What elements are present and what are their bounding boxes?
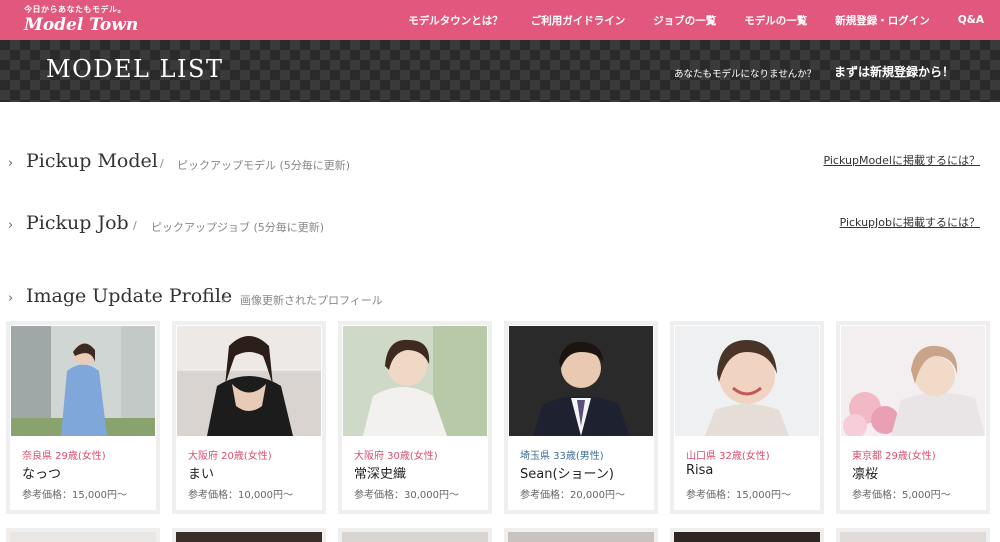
model-photo[interactable] xyxy=(177,326,321,436)
model-location-age: 山口県 32歳(女性) xyxy=(686,451,770,462)
model-card[interactable]: 山口県 32歳(女性) Risa 参考価格：15,000円〜 xyxy=(670,321,824,514)
page-banner: MODEL LIST あなたもモデルになりませんか？ まずは新規登録から！ xyxy=(0,40,1000,102)
model-card[interactable] xyxy=(504,528,658,542)
chevron-right-icon: › xyxy=(8,156,14,171)
model-photo[interactable] xyxy=(11,326,155,436)
nav-item-models[interactable]: モデルの一覧 xyxy=(744,13,807,28)
section-title: Pickup Job xyxy=(26,212,129,234)
site-logo[interactable]: 今日からあなたもモデル。 Model Town xyxy=(24,4,138,34)
pickup-model-info-link[interactable]: PickupModelに掲載するには？ xyxy=(823,152,980,168)
model-location-age: 大阪府 30歳(女性) xyxy=(354,451,438,462)
nav-item-about[interactable]: モデルタウンとは？ xyxy=(408,13,503,28)
nav-item-signup-login[interactable]: 新規登録・ログイン xyxy=(835,13,930,28)
section-title: Image Update Profile xyxy=(26,285,233,307)
section-subtitle: ピックアップジョブ (5分毎に更新) xyxy=(151,221,325,234)
model-card[interactable]: 東京都 29歳(女性) 凛桜 参考価格：5,000円〜 xyxy=(836,321,990,514)
model-name[interactable]: なっつ xyxy=(22,463,61,482)
nav-item-guideline[interactable]: ご利用ガイドライン xyxy=(531,13,626,28)
nav-item-qa[interactable]: Q&A xyxy=(958,14,984,26)
main-nav: モデルタウンとは？ ご利用ガイドライン ジョブの一覧 モデルの一覧 新規登録・ロ… xyxy=(380,0,984,40)
model-price: 参考価格：20,000円〜 xyxy=(520,490,625,501)
chevron-right-icon: › xyxy=(8,291,14,306)
page-title: MODEL LIST xyxy=(46,55,224,83)
model-price: 参考価格：15,000円〜 xyxy=(686,490,791,501)
model-photo[interactable] xyxy=(841,326,985,436)
model-name[interactable]: 常深史織 xyxy=(354,463,406,482)
model-card[interactable]: 大阪府 30歳(女性) 常深史織 参考価格：30,000円〜 xyxy=(338,321,492,514)
section-pickup-job: › Pickup Job / ピックアップジョブ (5分毎に更新) Pickup… xyxy=(8,212,988,242)
chevron-right-icon: › xyxy=(8,218,14,233)
model-name[interactable]: まい xyxy=(188,463,214,482)
model-card[interactable]: 奈良県 29歳(女性) なっつ 参考価格：15,000円〜 xyxy=(6,321,160,514)
model-price: 参考価格：30,000円〜 xyxy=(354,490,459,501)
model-card[interactable] xyxy=(338,528,492,542)
signup-cta-link[interactable]: まずは新規登録から！ xyxy=(834,63,954,80)
model-price: 参考価格：15,000円〜 xyxy=(22,490,127,501)
model-location-age: 奈良県 29歳(女性) xyxy=(22,451,106,462)
model-name[interactable]: Sean(ショーン) xyxy=(520,463,614,482)
section-subtitle: 画像更新されたプロフィール xyxy=(240,294,383,307)
section-title: Pickup Model xyxy=(26,150,158,172)
section-pickup-model: › Pickup Model / ピックアップモデル (5分毎に更新) Pick… xyxy=(8,150,988,180)
model-name[interactable]: Risa xyxy=(686,463,713,478)
logo-tagline: 今日からあなたもモデル。 xyxy=(24,5,126,14)
model-card[interactable] xyxy=(172,528,326,542)
model-card[interactable] xyxy=(836,528,990,542)
section-subtitle: ピックアップモデル (5分毎に更新) xyxy=(177,159,351,172)
model-photo[interactable] xyxy=(343,326,487,436)
model-name[interactable]: 凛桜 xyxy=(852,463,878,482)
model-photo[interactable] xyxy=(675,326,819,436)
nav-item-jobs[interactable]: ジョブの一覧 xyxy=(653,13,716,28)
model-location-age: 大阪府 20歳(女性) xyxy=(188,451,272,462)
model-card[interactable] xyxy=(670,528,824,542)
banner-subtitle: あなたもモデルになりませんか？ xyxy=(674,69,817,80)
model-price: 参考価格：10,000円〜 xyxy=(188,490,293,501)
model-location-age: 東京都 29歳(女性) xyxy=(852,451,936,462)
top-nav-bar: 今日からあなたもモデル。 Model Town モデルタウンとは？ ご利用ガイド… xyxy=(0,0,1000,40)
model-card-grid-next-row xyxy=(6,528,994,542)
model-card[interactable]: 大阪府 20歳(女性) まい 参考価格：10,000円〜 xyxy=(172,321,326,514)
model-card[interactable] xyxy=(6,528,160,542)
section-divider: / xyxy=(160,157,164,170)
section-divider: / xyxy=(222,292,226,305)
section-image-update-profile: › Image Update Profile / 画像更新されたプロフィール xyxy=(8,285,988,315)
section-divider: / xyxy=(133,219,137,232)
logo-wordmark: Model Town xyxy=(24,15,139,35)
model-price: 参考価格：5,000円〜 xyxy=(852,490,951,501)
pickup-job-info-link[interactable]: PickupJobに掲載するには？ xyxy=(840,214,980,230)
model-location-age: 埼玉県 33歳(男性) xyxy=(520,451,604,462)
model-photo[interactable] xyxy=(509,326,653,436)
model-card[interactable]: 埼玉県 33歳(男性) Sean(ショーン) 参考価格：20,000円〜 xyxy=(504,321,658,514)
model-card-grid: 奈良県 29歳(女性) なっつ 参考価格：15,000円〜 大阪府 20歳(女性… xyxy=(6,321,994,516)
